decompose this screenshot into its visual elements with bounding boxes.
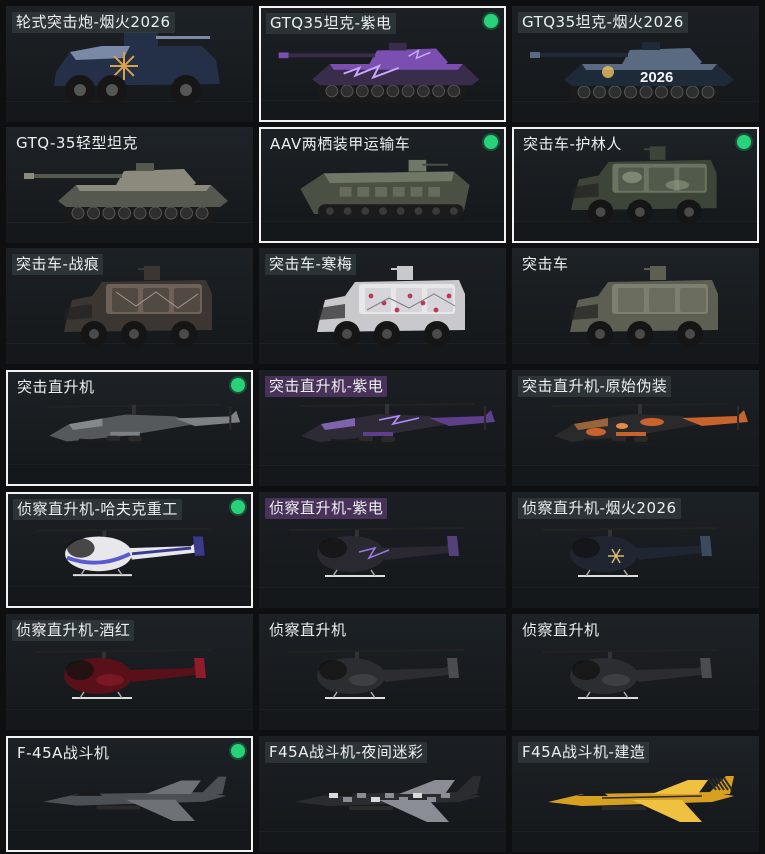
vehicle-skin-card[interactable]: 突击车	[512, 248, 759, 364]
scout-helicopter-icon	[541, 527, 718, 577]
fighter-jet-icon	[295, 776, 481, 822]
vehicle-skin-card[interactable]: 侦察直升机-烟火2026	[512, 492, 759, 608]
equipped-indicator-icon	[231, 744, 245, 758]
vehicle-skin-name: 突击车-护林人	[523, 135, 622, 153]
vehicle-skin-card[interactable]: AAV两栖装甲运输车	[259, 127, 506, 243]
vehicle-skin-card[interactable]: F45A战斗机-夜间迷彩	[259, 736, 506, 852]
scout-helicopter-icon	[288, 649, 465, 699]
vehicle-skin-name: F45A战斗机-建造	[518, 742, 650, 763]
vehicle-skin-name: GTQ35坦克-烟火2026	[518, 12, 688, 33]
vehicle-skin-card[interactable]: GTQ35坦克-紫电	[259, 6, 506, 122]
vehicle-skin-name: GTQ-35轻型坦克	[16, 134, 138, 152]
tank-icon	[278, 42, 480, 103]
vehicle-skin-card[interactable]: 突击车-护林人	[512, 127, 759, 243]
equipped-indicator-icon	[231, 378, 245, 392]
equipped-indicator-icon	[231, 500, 245, 514]
vehicle-skin-name: 突击直升机	[17, 378, 95, 396]
vehicle-skin-card[interactable]: GTQ-35轻型坦克	[6, 127, 253, 243]
fighter-jet-icon	[548, 776, 734, 822]
vehicle-skin-name: GTQ35坦克-紫电	[266, 13, 396, 34]
amphibious-vehicle-icon	[300, 159, 470, 218]
vehicle-skin-card[interactable]: 侦察直升机-哈夫克重工	[6, 492, 253, 608]
equipped-indicator-icon	[484, 14, 498, 28]
vehicle-skin-card[interactable]: 突击直升机-原始伪装	[512, 370, 759, 486]
attack-helicopter-icon	[551, 403, 748, 445]
vehicle-skin-name: 侦察直升机-哈夫克重工	[13, 499, 182, 520]
scout-helicopter-icon	[288, 527, 465, 577]
vehicle-skin-card[interactable]: F-45A战斗机	[6, 736, 253, 852]
vehicle-skin-name: F45A战斗机-夜间迷彩	[265, 742, 428, 763]
vehicle-skin-grid: 轮式突击炮-烟火2026 GTQ35坦克-紫电 2026 GTQ35坦克-烟火2026…	[0, 0, 765, 854]
vehicle-skin-name: 侦察直升机-酒红	[12, 620, 135, 641]
vehicle-skin-name: 突击车-寒梅	[265, 254, 357, 275]
vehicle-skin-name: 侦察直升机	[269, 621, 347, 639]
vehicle-skin-name: 侦察直升机-紫电	[265, 498, 388, 519]
vehicle-skin-name: F-45A战斗机	[17, 744, 110, 762]
scout-helicopter-icon	[541, 649, 718, 699]
scout-helicopter-icon	[37, 527, 210, 577]
vehicle-skin-name: 侦察直升机	[522, 621, 600, 639]
scout-helicopter-icon	[35, 649, 212, 699]
vehicle-skin-card[interactable]: 突击直升机	[6, 370, 253, 486]
assault-vehicle-icon	[64, 266, 212, 347]
wheeled-vehicle-icon	[54, 32, 220, 105]
vehicle-skin-card[interactable]: 侦察直升机	[512, 614, 759, 730]
tank-icon: 2026	[530, 42, 734, 104]
vehicle-skin-card[interactable]: 轮式突击炮-烟火2026	[6, 6, 253, 122]
assault-vehicle-icon	[317, 266, 465, 347]
tank-icon	[24, 163, 228, 225]
vehicle-skin-card[interactable]: 2026 GTQ35坦克-烟火2026	[512, 6, 759, 122]
equipped-indicator-icon	[737, 135, 751, 149]
svg-text:2026: 2026	[640, 69, 673, 86]
vehicle-skin-name: 突击直升机-紫电	[265, 376, 388, 397]
attack-helicopter-icon	[298, 403, 495, 445]
vehicle-skin-card[interactable]: F45A战斗机-建造	[512, 736, 759, 852]
vehicle-skin-card[interactable]: 侦察直升机-酒红	[6, 614, 253, 730]
vehicle-skin-card[interactable]: 侦察直升机	[259, 614, 506, 730]
vehicle-skin-card[interactable]: 突击车-寒梅	[259, 248, 506, 364]
vehicle-skin-name: 轮式突击炮-烟火2026	[12, 12, 175, 33]
vehicle-skin-name: AAV两栖装甲运输车	[270, 135, 411, 153]
attack-helicopter-icon	[47, 403, 241, 445]
fighter-jet-icon	[43, 776, 227, 822]
vehicle-skin-name: 突击车	[522, 255, 569, 273]
equipped-indicator-icon	[484, 135, 498, 149]
vehicle-skin-name: 突击车-战痕	[12, 254, 104, 275]
vehicle-skin-card[interactable]: 突击直升机-紫电	[259, 370, 506, 486]
vehicle-skin-card[interactable]: 突击车-战痕	[6, 248, 253, 364]
assault-vehicle-icon	[570, 266, 718, 347]
vehicle-skin-card[interactable]: 侦察直升机-紫电	[259, 492, 506, 608]
assault-vehicle-icon	[571, 146, 717, 225]
vehicle-skin-name: 侦察直升机-烟火2026	[518, 498, 681, 519]
vehicle-skin-name: 突击直升机-原始伪装	[518, 376, 672, 397]
